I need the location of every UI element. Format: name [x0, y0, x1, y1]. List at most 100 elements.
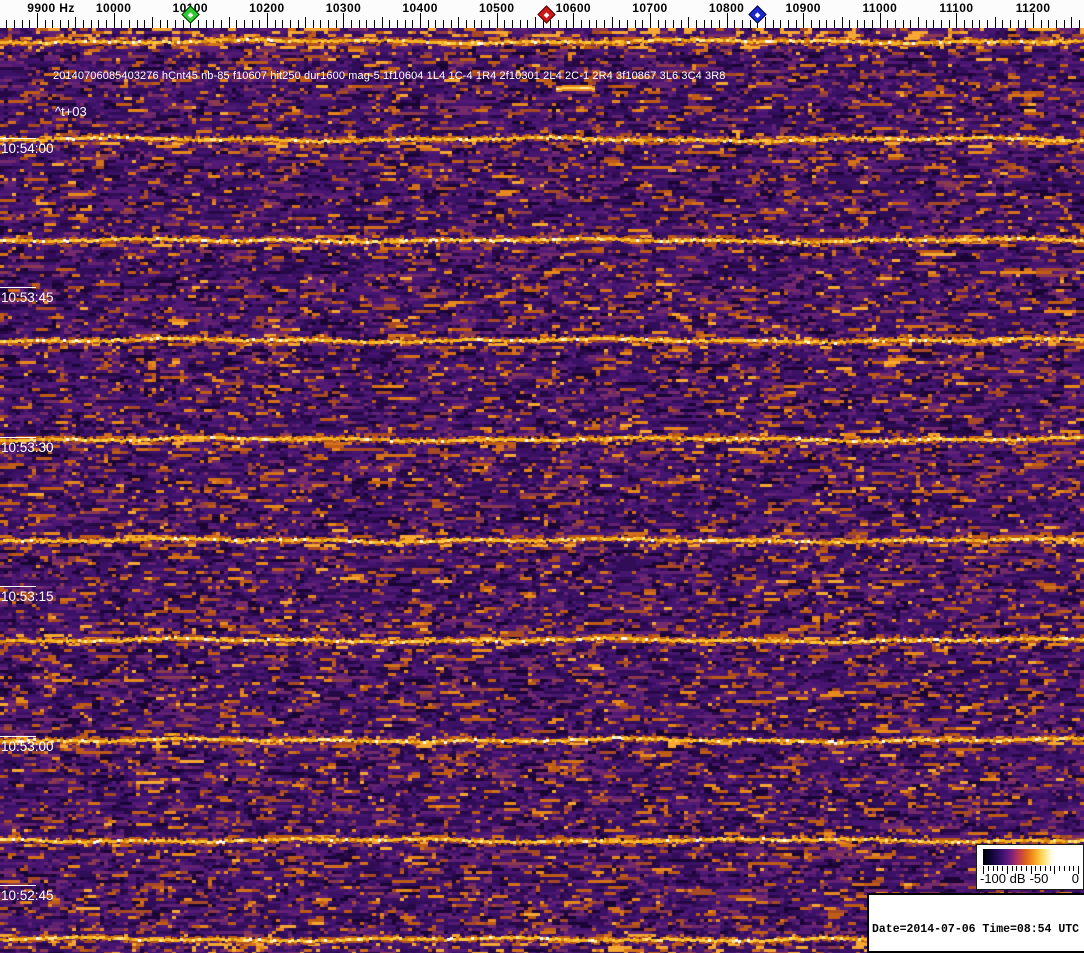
frequency-tick	[895, 20, 897, 28]
frequency-tick	[496, 13, 498, 28]
frequency-tick	[427, 20, 429, 28]
frequency-tick	[864, 20, 866, 28]
colorbar-legend: -100 dB -50 0	[976, 844, 1084, 890]
frequency-tick	[887, 20, 889, 28]
frequency-tick	[167, 20, 169, 28]
frequency-tick	[312, 20, 314, 28]
marker-blue[interactable]	[748, 5, 767, 24]
frequency-tick	[1017, 20, 1019, 28]
frequency-label: 10300	[325, 1, 362, 15]
frequency-tick	[603, 20, 605, 28]
frequency-tick	[67, 20, 69, 28]
frequency-tick	[98, 20, 100, 28]
frequency-tick	[1025, 20, 1027, 28]
frequency-tick	[856, 20, 858, 28]
frequency-tick	[366, 20, 368, 28]
frequency-tick	[1002, 20, 1004, 28]
frequency-tick	[289, 20, 291, 28]
frequency-tick	[933, 20, 935, 28]
frequency-tick	[573, 13, 575, 28]
time-tick	[0, 138, 36, 139]
frequency-tick	[466, 20, 468, 28]
frequency-tick	[703, 20, 705, 28]
frequency-tick	[105, 20, 107, 28]
frequency-tick	[749, 20, 751, 28]
frequency-tick	[872, 20, 874, 28]
time-tick	[0, 736, 36, 737]
frequency-tick	[734, 20, 736, 28]
frequency-tick	[550, 20, 552, 28]
frequency-tick	[251, 20, 253, 28]
frequency-tick	[435, 20, 437, 28]
frequency-tick	[994, 17, 996, 28]
time-label: 10:53:00	[1, 739, 54, 754]
frequency-tick	[389, 20, 391, 28]
time-tick	[0, 586, 36, 587]
frequency-tick	[1010, 20, 1012, 28]
frequency-tick	[695, 20, 697, 28]
time-label: 10:53:30	[1, 440, 54, 455]
frequency-label: 11000	[862, 1, 898, 15]
frequency-tick	[489, 20, 491, 28]
frequency-label: 10900	[785, 1, 821, 15]
marker-core	[543, 11, 550, 18]
marker-core	[187, 11, 194, 18]
frequency-tick	[642, 20, 644, 28]
frequency-tick	[374, 20, 376, 28]
frequency-tick	[14, 20, 15, 28]
colorbar-gradient	[983, 849, 1078, 865]
spectrogram-canvas	[0, 28, 1084, 953]
frequency-tick	[328, 20, 330, 28]
frequency-tick	[182, 20, 184, 28]
frequency-tick	[718, 20, 720, 28]
frequency-label: 10800	[708, 1, 745, 15]
frequency-tick	[44, 20, 46, 28]
frequency-tick	[956, 13, 958, 28]
frequency-tick	[1063, 20, 1065, 28]
marker-core	[754, 11, 761, 18]
frequency-label: 10700	[632, 1, 668, 15]
frequency-tick	[358, 20, 360, 28]
time-label: 10:54:00	[1, 141, 54, 156]
time-tick	[0, 885, 36, 886]
frequency-tick	[90, 20, 92, 28]
frequency-tick	[619, 20, 621, 28]
frequency-tick	[971, 20, 973, 28]
frequency-tick	[351, 20, 353, 28]
frequency-tick	[1048, 20, 1050, 28]
frequency-tick	[1071, 17, 1073, 28]
frequency-tick	[833, 20, 835, 28]
frequency-tick	[59, 20, 61, 28]
frequency-label: 10200	[249, 1, 285, 15]
frequency-tick	[826, 20, 828, 28]
marker-red[interactable]	[537, 5, 556, 24]
frequency-tick	[665, 20, 667, 28]
frequency-tick	[879, 13, 881, 28]
frequency-tick	[259, 20, 261, 28]
frequency-label: 10600	[555, 1, 592, 15]
frequency-tick	[780, 20, 782, 28]
frequency-tick	[128, 20, 130, 28]
frequency-tick	[21, 20, 23, 28]
frequency-tick	[136, 20, 138, 28]
frequency-tick	[680, 20, 682, 28]
frequency-tick	[220, 20, 222, 28]
frequency-tick	[159, 20, 161, 28]
frequency-tick	[634, 20, 636, 28]
frequency-tick	[925, 20, 927, 28]
time-offset-label: ^t+03	[55, 104, 87, 119]
colorbar-labels: -100 dB -50 0	[977, 871, 1083, 887]
frequency-tick	[810, 20, 812, 28]
frequency-tick	[657, 20, 659, 28]
frequency-tick	[397, 20, 399, 28]
observation-info-box: Date=2014-07-06 Time=08:54 UTC Freq=143 …	[867, 893, 1084, 953]
frequency-tick	[404, 20, 406, 28]
frequency-tick	[1040, 20, 1042, 28]
frequency-ruler: 9900 Hz100001010010200103001040010500106…	[0, 0, 1084, 28]
frequency-tick	[320, 20, 322, 28]
frequency-tick	[205, 20, 207, 28]
frequency-tick	[121, 20, 123, 28]
frequency-tick	[672, 20, 674, 28]
frequency-label: 9900 Hz	[27, 1, 75, 15]
frequency-tick	[144, 20, 146, 28]
